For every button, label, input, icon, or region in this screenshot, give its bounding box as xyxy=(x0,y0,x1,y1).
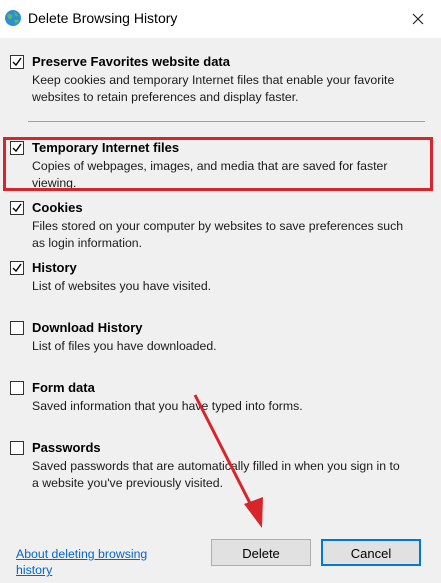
close-icon xyxy=(412,13,424,25)
delete-button[interactable]: Delete xyxy=(211,539,311,566)
checkbox-preserve-favorites[interactable] xyxy=(10,55,24,69)
close-button[interactable] xyxy=(395,0,441,38)
option-title[interactable]: Form data xyxy=(32,380,95,395)
annotation-arrow-icon xyxy=(193,394,263,528)
checkbox-history[interactable] xyxy=(10,261,24,275)
cancel-button[interactable]: Cancel xyxy=(321,539,421,566)
dialog-content: Preserve Favorites website data Keep coo… xyxy=(0,38,441,583)
option-title[interactable]: Preserve Favorites website data xyxy=(32,54,230,69)
window-title: Delete Browsing History xyxy=(28,10,178,26)
checkbox-cookies[interactable] xyxy=(10,201,24,215)
option-description: Saved passwords that are automatically f… xyxy=(32,459,400,490)
checkmark-icon xyxy=(12,203,22,213)
checkbox-download-history[interactable] xyxy=(10,321,24,335)
about-deleting-history-link[interactable]: About deleting browsing history xyxy=(16,546,176,578)
option-description: List of websites you have visited. xyxy=(32,279,212,293)
option-description: Files stored on your computer by website… xyxy=(32,219,404,250)
option-description: List of files you have downloaded. xyxy=(32,339,217,353)
option-title[interactable]: History xyxy=(32,260,77,275)
divider xyxy=(28,121,425,122)
checkbox-form-data[interactable] xyxy=(10,381,24,395)
checkbox-passwords[interactable] xyxy=(10,441,24,455)
option-description: Keep cookies and temporary Internet file… xyxy=(32,73,395,104)
title-bar: Delete Browsing History xyxy=(0,0,441,38)
option-title[interactable]: Download History xyxy=(32,320,143,335)
option-description: Saved information that you have typed in… xyxy=(32,399,303,413)
option-title[interactable]: Cookies xyxy=(32,200,83,215)
internet-explorer-globe-icon xyxy=(5,10,21,26)
option-title[interactable]: Passwords xyxy=(32,440,101,455)
highlight-box xyxy=(3,137,433,191)
checkmark-icon xyxy=(12,57,22,67)
checkmark-icon xyxy=(12,263,22,273)
